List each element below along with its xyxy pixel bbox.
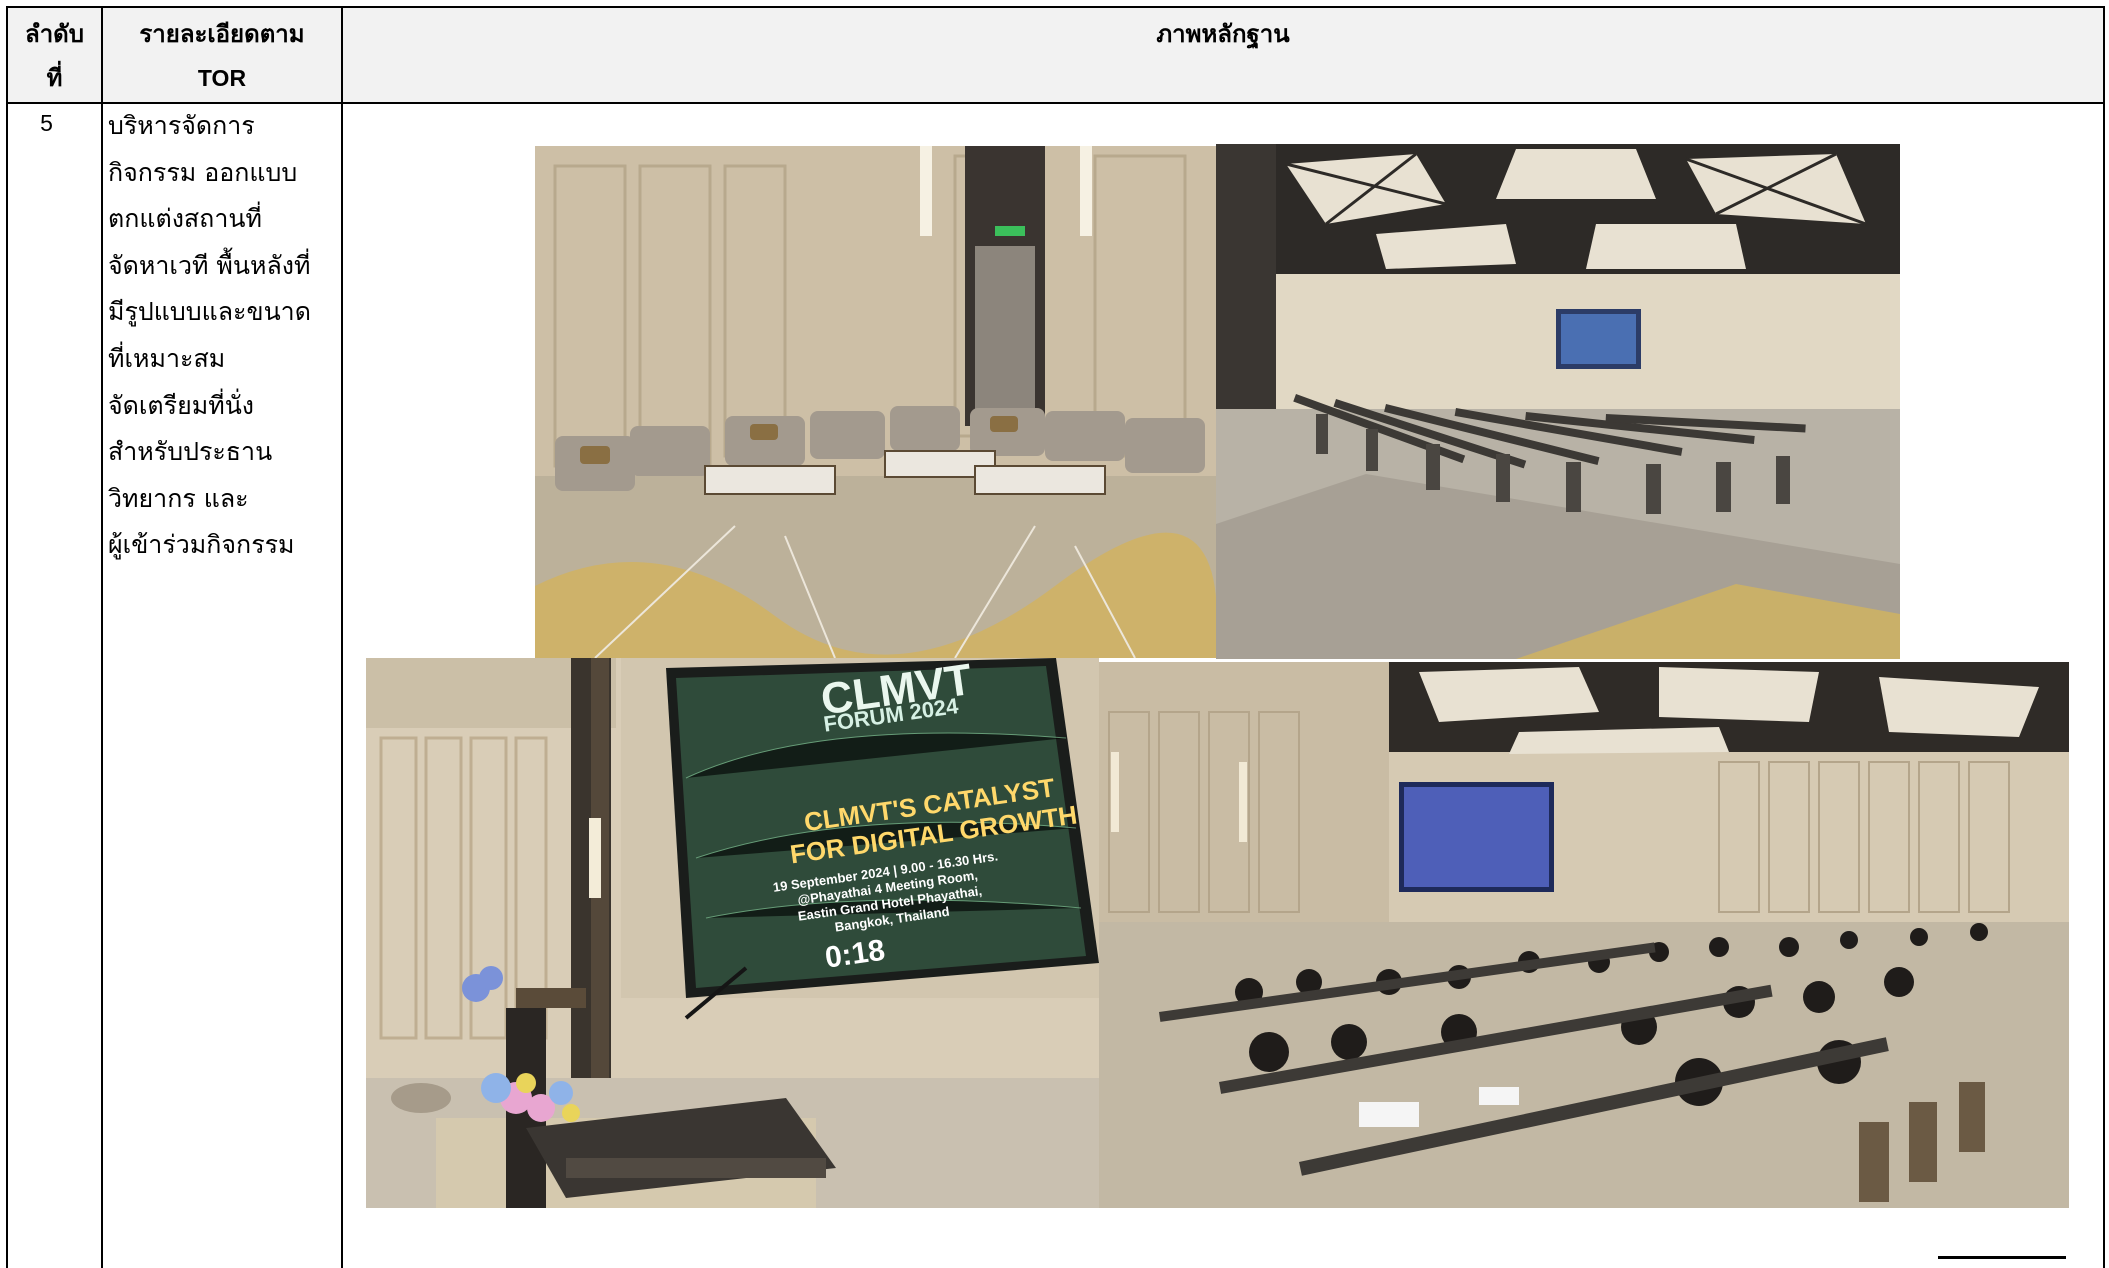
page-edge-rule: [1938, 1256, 2066, 1259]
photo-lounge-seating: [535, 146, 1217, 658]
description-line: จัดหาเวที พื้นหลังที่: [108, 250, 311, 280]
description-line: มีรูปแบบและขนาด: [108, 297, 311, 327]
header-col3-label: ภาพหลักฐาน: [1156, 20, 1290, 48]
description-line: กิจกรรม ออกแบบ: [108, 157, 298, 187]
header-col2-line2: TOR: [197, 65, 247, 91]
photo-audience: [1099, 662, 2069, 1208]
description-line: ตกแต่งสถานที่: [108, 204, 262, 234]
header-sequence-number: ลำดับ ที่: [8, 8, 101, 104]
description-line: วิทยากร และ: [108, 483, 249, 513]
header-evidence-photos: ภาพหลักฐาน: [343, 8, 2103, 104]
column-divider-1: [101, 8, 103, 1268]
row-description: บริหารจัดการ กิจกรรม ออกแบบ ตกแต่งสถานที…: [108, 103, 328, 569]
row-number: 5: [40, 110, 53, 136]
photo-stage-screen: [366, 658, 1099, 1208]
description-line: สำหรับประธาน: [108, 437, 273, 467]
description-line: ที่เหมาะสม: [108, 343, 226, 373]
description-line: จัดเตรียมที่นั่ง: [108, 390, 254, 420]
header-col2-line1: รายละเอียดตาม: [139, 20, 305, 48]
header-tor-details: รายละเอียดตาม TOR: [103, 8, 341, 104]
description-line: บริหารจัดการ: [108, 111, 255, 140]
table-header-row: ลำดับ ที่ รายละเอียดตาม TOR ภาพหลักฐาน: [8, 8, 2103, 104]
description-line: ผู้เข้าร่วมกิจกรรม: [108, 530, 295, 560]
column-divider-2: [341, 8, 343, 1268]
header-col1-line2: ที่: [46, 64, 63, 92]
photo-ballroom-setup: [1216, 144, 1900, 659]
header-col1-line1: ลำดับ: [24, 20, 84, 48]
